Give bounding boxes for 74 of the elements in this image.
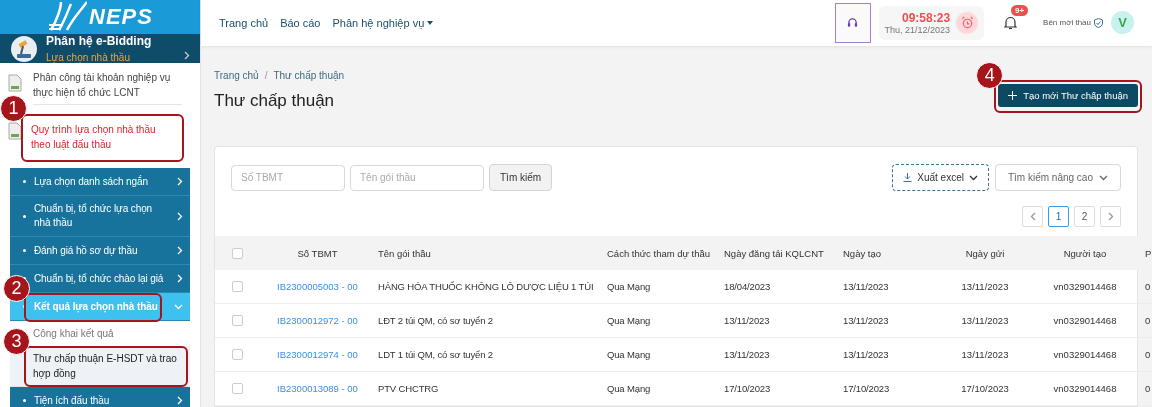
table-cell: LĐT 2 túi QM, có sơ tuyển 2 [370, 304, 599, 338]
notification-badge: 9+ [1011, 5, 1029, 17]
sidebar-subitem[interactable]: Công khai kết quả [33, 321, 190, 346]
callout-badge: 3 [3, 328, 30, 355]
breadcrumb-item[interactable]: Trang chủ [214, 69, 259, 81]
table-cell: Qua Mạng [599, 338, 716, 372]
table-cell: 17/10/2023 [935, 372, 1035, 406]
nav-link[interactable]: Báo cáo [280, 16, 321, 29]
module-subtitle: Lựa chọn nhà thầu [46, 52, 131, 63]
table-cell: vn0329014468 [1035, 338, 1135, 372]
search-field[interactable]: Số TBMT [231, 164, 345, 191]
user-role: Bên mời thầu [1043, 18, 1091, 28]
table-link[interactable]: IB2300012974 - 00 [265, 338, 370, 372]
sidebar-item[interactable]: Lựa chọn danh sách ngắn [10, 168, 190, 196]
sidebar-item[interactable]: Chuẩn bị, tổ chức lựa chọn nhà thầu [10, 196, 190, 237]
sidebar-item[interactable]: Quy trình lựa chọn nhà thầu theo luật đấu thầu [21, 114, 184, 162]
table-cell: 13/11/2023 [716, 338, 835, 372]
table-cell: Qua Mạng [599, 372, 716, 406]
module-title: Phân hệ e-Bidding [46, 34, 153, 48]
column-header: P [1135, 236, 1152, 270]
callout-badge: 2 [3, 275, 30, 302]
table-cell: vn0329014468 [1035, 270, 1135, 304]
table-cell: 13/11/2023 [935, 304, 1035, 338]
table-cell: 0 [1135, 270, 1152, 304]
advanced-search-button[interactable]: Tìm kiếm nâng cao [994, 164, 1121, 191]
column-header: Ngày đăng tải KQLCNT [716, 236, 835, 270]
table-cell: 18/04/2023 [716, 270, 835, 304]
breadcrumb-separator: / [264, 69, 268, 81]
column-header: Ngày gửi [935, 236, 1035, 270]
sidebar-item[interactable]: Phân công tài khoản nghiệp vụ thực hiện tổ chức LCNT [33, 70, 182, 105]
table-cell: 13/11/2023 [835, 270, 935, 304]
table-cell: vn0329014468 [1035, 304, 1135, 338]
table-cell: 17/10/2023 [835, 372, 935, 406]
table-cell: LDT 1 túi QM, có sơ tuyển 2 [370, 338, 599, 372]
page-title: Thư chấp thuận [214, 90, 336, 111]
callout-badge: 1 [0, 95, 27, 122]
table-link[interactable]: IB2300013089 - 00 [265, 372, 370, 406]
sidebar-item[interactable]: Đánh giá hồ sơ dự thầu [10, 237, 190, 265]
column-header: Tên gói thầu [370, 236, 599, 270]
column-header: Cách thức tham dự thầu [599, 236, 716, 270]
page-button[interactable]: 1 [1048, 206, 1069, 227]
table-cell: HÀNG HÓA THUỐC KHÔNG LÔ DƯỢC LIỆU 1 TÚI [370, 270, 599, 304]
table-cell: 13/11/2023 [835, 304, 935, 338]
table-cell: 17/10/2023 [716, 372, 835, 406]
sidebar-item[interactable]: Tiện ích đấu thầu [10, 387, 190, 407]
table-cell: PTV CHCTRG [370, 372, 599, 406]
module-panel[interactable]: Phân hệ e-Bidding Lựa chọn nhà thầu [0, 34, 200, 63]
table-cell: 13/11/2023 [835, 338, 935, 372]
logo[interactable]: NEPS [0, 0, 200, 34]
nav-link[interactable]: Phân hệ nghiệp vụ [332, 16, 434, 29]
nav-link[interactable]: Trang chủ [219, 16, 269, 29]
table-cell: vn0329014468 [1035, 372, 1135, 406]
table-cell: Qua Mạng [599, 270, 716, 304]
table-cell: 13/11/2023 [935, 270, 1035, 304]
table-cell: 0 [1135, 304, 1152, 338]
export-button[interactable]: Xuất excel [892, 164, 989, 191]
search-field[interactable]: Tên gói thầu [350, 164, 484, 191]
search-button[interactable]: Tìm kiếm [489, 164, 553, 191]
page-button[interactable]: 2 [1074, 206, 1095, 227]
table-link[interactable]: IB2300005003 - 00 [265, 270, 370, 304]
table-link[interactable]: IB2300012972 - 00 [265, 304, 370, 338]
clock-date: Thu, 21/12/2023 [884, 24, 951, 35]
table-cell: 0 [1135, 338, 1152, 372]
breadcrumb-item: Thư chấp thuận [273, 69, 345, 81]
table-cell: 13/11/2023 [716, 304, 835, 338]
column-header: Ngày tạo [835, 236, 935, 270]
clock-time: 09:58:23 [902, 10, 951, 25]
table-cell: 0 [1135, 372, 1152, 406]
column-header: Số TBMT [265, 236, 370, 270]
table-cell: Qua Mạng [599, 304, 716, 338]
callout-badge: 4 [976, 61, 1004, 89]
create-button[interactable]: Tạo mới Thư chấp thuận [998, 83, 1138, 107]
column-header: Người tạo [1035, 236, 1135, 270]
table-cell: 13/11/2023 [935, 338, 1035, 372]
